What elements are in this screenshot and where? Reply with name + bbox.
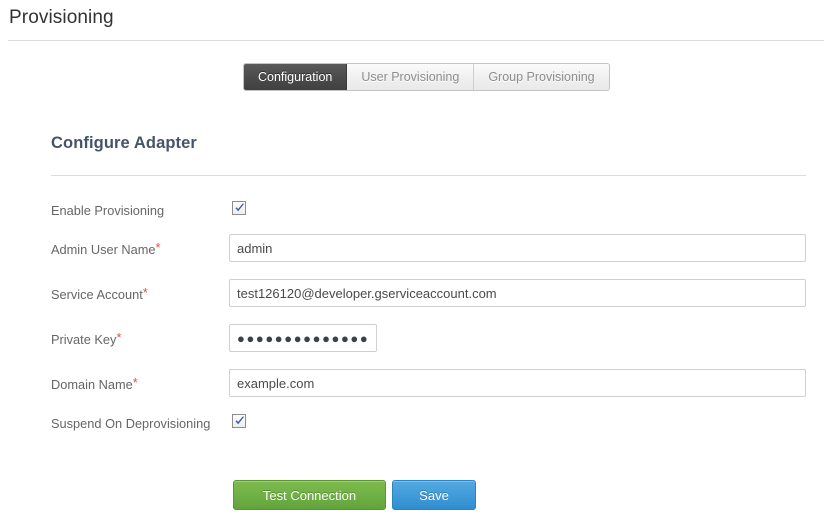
- label-text: Domain Name: [51, 377, 133, 392]
- label-suspend-on-deprovisioning: Suspend On Deprovisioning: [51, 416, 211, 431]
- form-row-domain-name: Domain Name*: [0, 369, 824, 406]
- label-enable-provisioning: Enable Provisioning: [51, 203, 165, 218]
- header-divider: [8, 40, 824, 41]
- check-icon: [235, 203, 245, 212]
- form-row-admin-user-name: Admin User Name*: [0, 234, 824, 271]
- tab-bar: Configuration User Provisioning Group Pr…: [243, 63, 610, 91]
- form-row-enable-provisioning: Enable Provisioning: [0, 201, 824, 232]
- tab-configuration[interactable]: Configuration: [244, 64, 348, 90]
- label-text: Admin User Name: [51, 242, 156, 257]
- section-title: Configure Adapter: [51, 134, 197, 152]
- checkbox-enable-provisioning[interactable]: [232, 201, 246, 215]
- input-private-key[interactable]: [229, 324, 377, 352]
- form-row-private-key: Private Key*: [0, 324, 824, 361]
- label-private-key: Private Key*: [51, 331, 122, 349]
- check-icon: [235, 416, 245, 425]
- tab-user-provisioning[interactable]: User Provisioning: [347, 64, 475, 90]
- required-asterisk: *: [142, 285, 148, 300]
- page-header: Provisioning: [0, 0, 824, 41]
- page-title: Provisioning: [9, 7, 114, 28]
- label-admin-user-name: Admin User Name*: [51, 241, 161, 259]
- input-service-account[interactable]: [229, 279, 806, 307]
- save-button[interactable]: Save: [392, 480, 476, 510]
- form-actions: Test Connection Save: [0, 480, 824, 512]
- required-asterisk: *: [132, 375, 138, 390]
- label-service-account: Service Account*: [51, 286, 148, 304]
- required-asterisk: *: [155, 240, 161, 255]
- label-text: Service Account: [51, 287, 143, 302]
- form-row-suspend-on-deprovisioning: Suspend On Deprovisioning: [0, 414, 824, 445]
- required-asterisk: *: [116, 330, 122, 345]
- label-text: Private Key: [51, 332, 117, 347]
- checkbox-suspend-on-deprovisioning[interactable]: [232, 414, 246, 428]
- input-admin-user-name[interactable]: [229, 234, 806, 262]
- label-domain-name: Domain Name*: [51, 376, 138, 394]
- test-connection-button[interactable]: Test Connection: [233, 480, 386, 510]
- input-domain-name[interactable]: [229, 369, 806, 397]
- section-divider: [51, 175, 806, 176]
- form-row-service-account: Service Account*: [0, 279, 824, 316]
- tab-group-provisioning[interactable]: Group Provisioning: [474, 64, 609, 90]
